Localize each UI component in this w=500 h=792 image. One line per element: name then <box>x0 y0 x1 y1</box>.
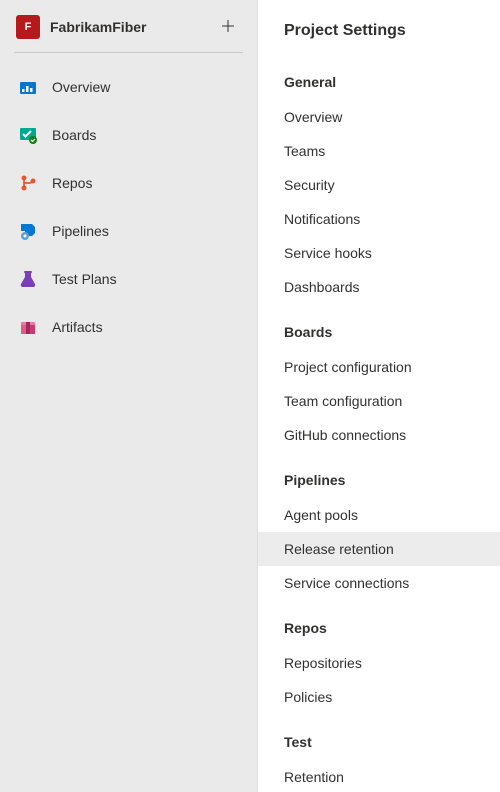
nav-label: Artifacts <box>52 319 103 335</box>
pipelines-icon <box>18 221 38 241</box>
settings-item[interactable]: Service hooks <box>258 236 500 270</box>
settings-item[interactable]: Release retention <box>258 532 500 566</box>
nav-label: Test Plans <box>52 271 117 287</box>
settings-item[interactable]: Team configuration <box>258 384 500 418</box>
settings-item[interactable]: Notifications <box>258 202 500 236</box>
section-heading: Repos <box>258 600 500 646</box>
nav-label: Repos <box>52 175 92 191</box>
settings-item[interactable]: Policies <box>258 680 500 714</box>
settings-item[interactable]: Service connections <box>258 566 500 600</box>
project-logo[interactable]: F <box>16 15 40 39</box>
nav-label: Overview <box>52 79 110 95</box>
nav-label: Boards <box>52 127 96 143</box>
settings-item[interactable]: Overview <box>258 100 500 134</box>
settings-item[interactable]: Project configuration <box>258 350 500 384</box>
settings-sections: GeneralOverviewTeamsSecurityNotification… <box>258 54 500 792</box>
test-plans-icon <box>18 269 38 289</box>
nav-item-artifacts[interactable]: Artifacts <box>0 303 257 351</box>
project-name[interactable]: FabrikamFiber <box>50 19 205 35</box>
nav-list: Overview Boards Repos Pipelines Test Pla… <box>0 63 257 351</box>
boards-icon <box>18 125 38 145</box>
nav-item-boards[interactable]: Boards <box>0 111 257 159</box>
section-heading: General <box>258 54 500 100</box>
settings-panel: Project Settings GeneralOverviewTeamsSec… <box>258 0 500 792</box>
nav-item-pipelines[interactable]: Pipelines <box>0 207 257 255</box>
repos-icon <box>18 173 38 193</box>
artifacts-icon <box>18 317 38 337</box>
nav-item-overview[interactable]: Overview <box>0 63 257 111</box>
overview-icon <box>18 77 38 97</box>
settings-item[interactable]: Security <box>258 168 500 202</box>
header-divider <box>14 52 243 53</box>
settings-item[interactable]: Teams <box>258 134 500 168</box>
section-heading: Pipelines <box>258 452 500 498</box>
nav-item-repos[interactable]: Repos <box>0 159 257 207</box>
settings-item[interactable]: Dashboards <box>258 270 500 304</box>
settings-title: Project Settings <box>258 22 500 54</box>
section-heading: Test <box>258 714 500 760</box>
settings-item[interactable]: GitHub connections <box>258 418 500 452</box>
project-header: F FabrikamFiber <box>0 0 257 52</box>
settings-item[interactable]: Repositories <box>258 646 500 680</box>
settings-item[interactable]: Agent pools <box>258 498 500 532</box>
plus-icon <box>220 18 236 37</box>
nav-label: Pipelines <box>52 223 109 239</box>
sidebar: F FabrikamFiber Overview Boards Repos <box>0 0 258 792</box>
section-heading: Boards <box>258 304 500 350</box>
nav-item-test-plans[interactable]: Test Plans <box>0 255 257 303</box>
settings-item[interactable]: Retention <box>258 760 500 792</box>
add-button[interactable] <box>215 14 241 40</box>
